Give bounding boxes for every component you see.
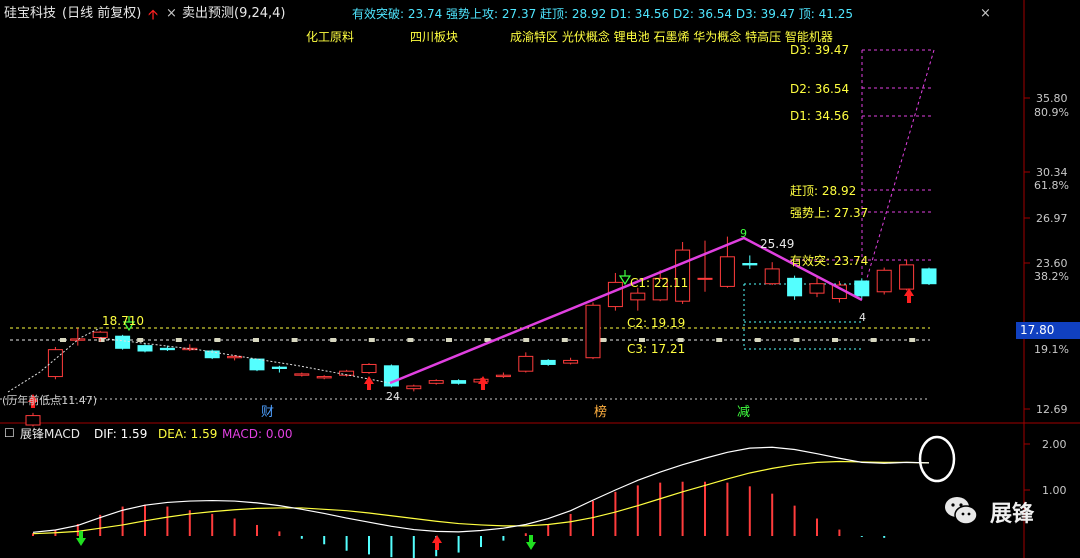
axis-label-12-69: 12.69 [1036,403,1068,416]
left-bottom-label: (历年前低点11.47) [2,394,98,407]
candle-body [406,385,422,390]
support-dot [523,338,530,342]
current-price-badge: 17.80 [1016,322,1080,339]
candle-body [316,376,332,379]
macd-axis-1: 1.00 [1042,484,1067,497]
watermark-text: 展锋 [990,502,1035,527]
candle-body [115,335,131,349]
macd-name[interactable]: 展锋MACD [20,427,80,441]
support-dot [793,338,800,342]
candle-body [361,363,377,374]
axis-label-23-60: 23.60 [1036,257,1068,270]
support-dot [214,338,221,342]
macd-expand-icon[interactable]: ☐ [4,426,15,440]
macd-axis-2: 2.00 [1042,438,1067,451]
marker-cai[interactable]: 财 [261,406,274,420]
price-chart[interactable] [0,0,1080,558]
c3-label: C3: 17.21 [627,342,686,356]
support-dot [600,338,607,342]
support-dot [253,338,259,342]
level-break: 有效突: 23.74 [790,254,869,268]
candle-body [451,380,467,384]
support-dot [407,338,414,342]
axis-label-61-8: 61.8% [1034,179,1069,192]
macd-value: MACD: 0.00 [222,427,293,441]
candle-body [876,269,892,293]
candle-body [70,338,86,341]
low-count: 4 [859,311,866,324]
level-d1: D1: 34.56 [790,109,850,123]
support-dot [175,338,182,342]
candle-body [518,355,534,372]
level-d3: D3: 39.47 [790,43,850,57]
support-dot [870,338,877,342]
candle-body [809,283,825,294]
candle-body [607,281,623,308]
candle-body [92,331,108,339]
candle-body [719,256,735,287]
left-high-label: 18.710 [102,314,144,328]
buy-arrow-icon [904,288,914,303]
candle-body [585,304,601,359]
level-strong: 强势上: 27.37 [790,206,869,220]
sell-arrow-icon [526,535,536,550]
support-dot [446,338,452,342]
candle-body [630,292,646,301]
axis-label-35-80: 35.80 [1036,92,1068,105]
level-d2: D2: 36.54 [790,82,850,96]
support-dot [60,338,66,342]
candle-body [697,277,713,280]
marker-bang[interactable]: 榜 [594,406,607,420]
support-dot [909,338,916,342]
marker-jian[interactable]: 减 [737,406,750,420]
support-dot [716,338,723,342]
c1-label: C1: 22.11 [630,276,689,290]
candle-body [271,366,287,369]
peak-label: 25.49 [760,237,795,251]
candle-body [428,380,444,384]
axis-label-30-34: 30.34 [1036,166,1068,179]
left-trend-line [7,327,101,393]
candle-body [921,268,937,285]
axis-label-80-9: 80.9% [1034,106,1069,119]
candle-body [563,359,579,364]
candle-body [540,359,556,365]
candle-body [249,358,265,371]
macd-dea: DEA: 1.59 [158,427,218,441]
support-dot [561,338,568,342]
buy-arrow-icon [478,376,488,390]
candle-body [742,263,758,266]
axis-label-26-97: 26.97 [1036,212,1068,225]
candle-body [495,374,511,378]
low-label: 24 [386,390,400,403]
level-top: 赶顶: 28.92 [790,184,857,198]
axis-label-19-1: 19.1% [1034,343,1069,356]
peak-count: 9 [740,227,747,240]
support-dot [291,338,298,342]
highlight-circle [918,435,956,483]
candle-body [899,264,915,290]
buy-arrow-icon [432,535,442,550]
support-dot [754,338,761,342]
candle-body [764,268,780,285]
support-dot [137,338,144,342]
support-dot [368,338,375,342]
candle-body [854,280,870,297]
candle-body [47,349,63,378]
wechat-icon [942,492,980,530]
axis-label-38-2: 38.2% [1034,270,1069,283]
c2-label: C2: 19.19 [627,316,686,330]
candle-body [137,345,153,352]
support-dot [330,338,337,342]
candle-body [294,373,310,376]
candle-body [159,347,175,351]
candle-body [25,415,41,426]
support-dot [832,338,838,342]
macd-dif: DIF: 1.59 [94,427,148,441]
candle-body [787,277,803,297]
